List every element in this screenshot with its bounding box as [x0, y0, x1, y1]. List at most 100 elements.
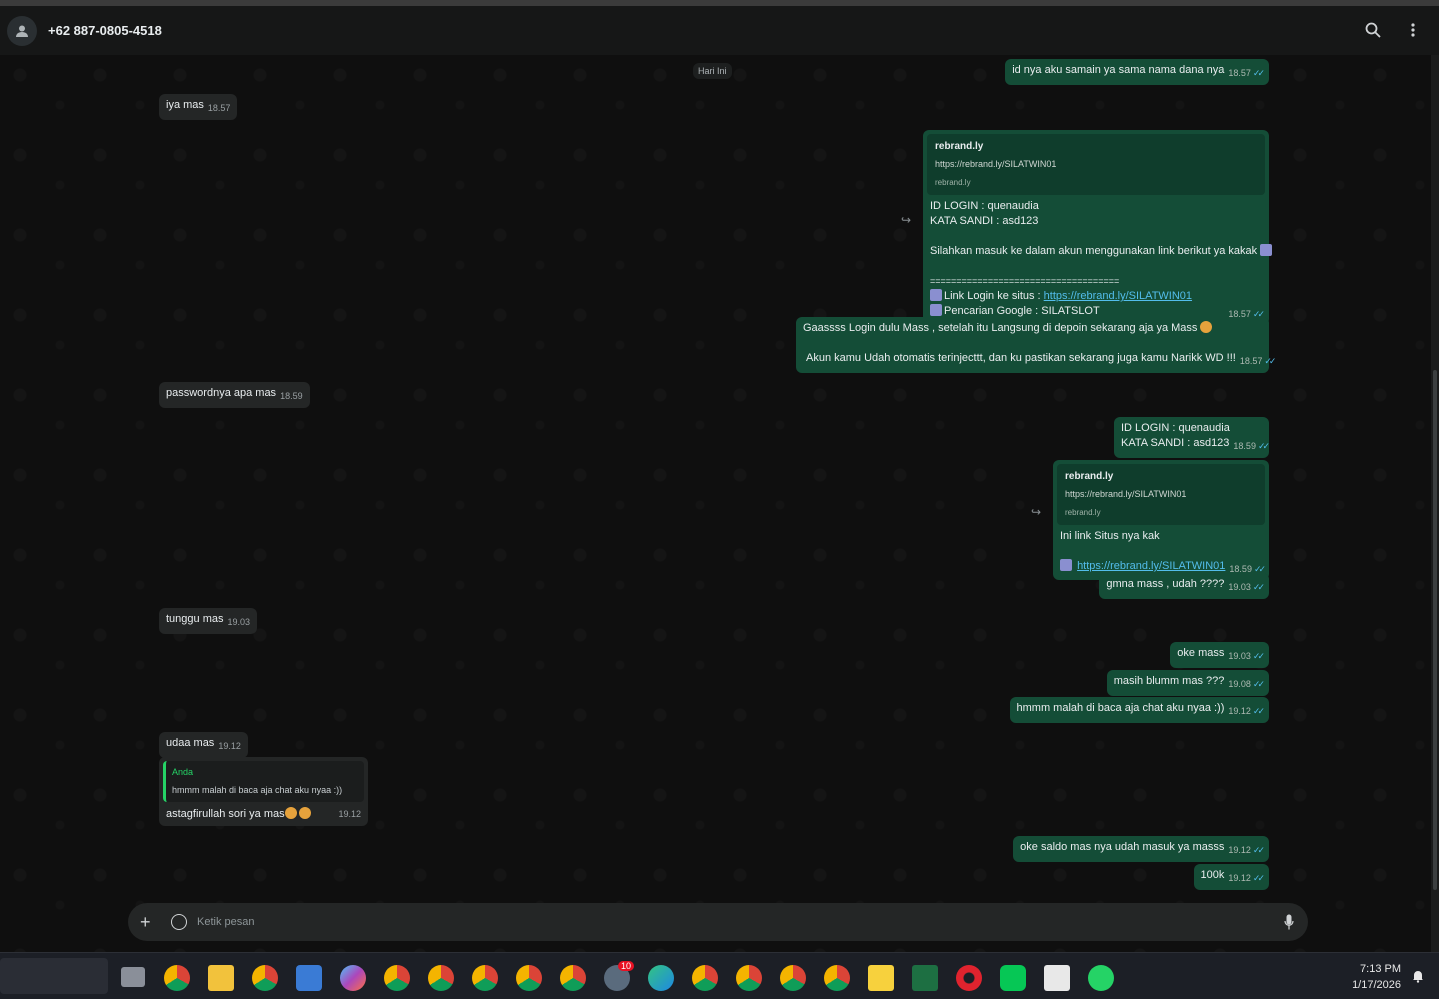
excel-icon[interactable]	[912, 965, 938, 991]
message-outgoing[interactable]: 100k 19.12 ✓✓	[1193, 864, 1269, 890]
chrome-profile-icon[interactable]	[736, 965, 762, 991]
message-incoming[interactable]: udaa mas 19.12	[159, 732, 248, 758]
menu-button[interactable]	[1403, 18, 1423, 42]
message-time: 18.57	[1228, 68, 1251, 78]
chrome-profile-icon[interactable]	[384, 965, 410, 991]
play-emoji-icon	[930, 289, 942, 301]
chrome-profile-icon[interactable]	[472, 965, 498, 991]
message-outgoing[interactable]: rebrand.ly https://rebrand.ly/SILATWIN01…	[923, 130, 1273, 325]
message-outgoing[interactable]: oke mass 19.03 ✓✓	[1170, 642, 1269, 668]
chrome-profile-icon[interactable]	[692, 965, 718, 991]
message-line: ID LOGIN : quenaudia	[1121, 422, 1230, 434]
message-text: id nya aku samain ya sama nama dana nya	[1012, 64, 1225, 76]
message-outgoing[interactable]: Gaassss Login dulu Mass , setelah itu La…	[796, 317, 1276, 373]
more-vert-icon	[1411, 23, 1415, 37]
chrome-icon[interactable]	[164, 965, 190, 991]
message-link[interactable]: https://rebrand.ly/SILATWIN01	[1044, 290, 1192, 302]
forward-icon[interactable]: ↪	[901, 213, 911, 227]
message-text: tunggu mas	[166, 613, 224, 625]
message-line: ====================================	[930, 276, 1120, 286]
message-outgoing[interactable]: id nya aku samain ya sama nama dana nya 1…	[1005, 59, 1269, 85]
double-check-icon: ✓✓	[1252, 582, 1265, 592]
message-time: 18.57	[1239, 356, 1263, 366]
double-check-icon: ✓✓	[1252, 873, 1265, 883]
message-text: oke mass	[1177, 647, 1225, 659]
play-emoji-icon	[930, 304, 942, 316]
clock-time: 7:13 PM	[1360, 963, 1401, 975]
message-incoming[interactable]: iya mas 18.57	[159, 94, 238, 120]
message-text: passwordnya apa mas	[166, 387, 277, 399]
face-emoji-icon	[1200, 321, 1213, 333]
search-button[interactable]	[1363, 18, 1383, 42]
message-time: 19.12	[1228, 706, 1251, 716]
mic-icon[interactable]	[1284, 914, 1294, 930]
message-outgoing[interactable]: ID LOGIN : quenaudia KATA SANDI : asd123…	[1114, 417, 1270, 458]
notification-badge: 10	[618, 961, 635, 971]
store-icon[interactable]	[296, 965, 322, 991]
taskbar-clock[interactable]: 7:13 PM 1/17/2026	[1352, 961, 1401, 993]
person-icon	[16, 25, 28, 37]
chrome-profile-icon[interactable]	[824, 965, 850, 991]
link-preview[interactable]: rebrand.ly https://rebrand.ly/SILATWIN01…	[1057, 464, 1265, 525]
message-time: 19.12	[338, 809, 361, 819]
preview-title: rebrand.ly	[1065, 471, 1114, 482]
message-line: Silahkan masuk ke dalam akun menggunakan…	[930, 245, 1258, 257]
message-outgoing[interactable]: gmna mass , udah ???? 19.03 ✓✓	[1099, 573, 1269, 599]
message-outgoing[interactable]: masih blumm mas ??? 19.08 ✓✓	[1106, 670, 1269, 696]
chrome-profile-icon[interactable]	[516, 965, 542, 991]
task-view-icon[interactable]	[121, 967, 145, 987]
double-check-icon: ✓✓	[1252, 845, 1265, 855]
clock-date: 1/17/2026	[1352, 979, 1401, 991]
message-incoming[interactable]: Anda hmmm malah di baca aja chat aku nya…	[159, 757, 368, 826]
message-time: 19.03	[227, 617, 251, 627]
double-check-icon: ✓✓	[1257, 441, 1270, 451]
scrollbar-thumb[interactable]	[1433, 370, 1437, 890]
chrome-profile-icon[interactable]	[252, 965, 278, 991]
contact-name[interactable]: +62 887-0805-4518	[48, 23, 162, 38]
double-check-icon: ✓✓	[1252, 68, 1265, 78]
quoted-message[interactable]: Anda hmmm malah di baca aja chat aku nya…	[163, 761, 364, 802]
message-time: 19.12	[1228, 873, 1251, 883]
copilot-icon[interactable]	[340, 965, 366, 991]
message-time: 19.03	[1228, 651, 1251, 661]
preview-domain: rebrand.ly	[1065, 508, 1101, 517]
avatar[interactable]	[7, 15, 37, 46]
font-app-icon[interactable]	[1044, 965, 1070, 991]
widgets-button[interactable]	[0, 958, 108, 994]
notification-bell-icon[interactable]	[1411, 969, 1425, 983]
message-text: gmna mass , udah ????	[1106, 578, 1225, 590]
message-incoming[interactable]: tunggu mas 19.03	[159, 608, 258, 634]
chat-pane[interactable]: Hari Ini id nya aku samain ya sama nama …	[0, 55, 1431, 952]
line-icon[interactable]	[1000, 965, 1026, 991]
link-preview[interactable]: rebrand.ly https://rebrand.ly/SILATWIN01…	[927, 134, 1265, 195]
message-line: Akun kamu Udah otomatis terinjecttt, dan…	[806, 352, 1236, 364]
message-line: Ini link Situs nya kak	[1060, 530, 1160, 542]
arrow-emoji-icon	[1060, 559, 1072, 571]
chrome-profile-icon[interactable]	[780, 965, 806, 991]
quote-text: hmmm malah di baca aja chat aku nyaa :))	[172, 785, 343, 795]
message-text: astagfirullah sori ya mas	[166, 808, 285, 820]
message-incoming[interactable]: passwordnya apa mas 18.59	[159, 382, 310, 408]
message-line: ID LOGIN : quenaudia	[930, 200, 1039, 212]
message-link[interactable]: https://rebrand.ly/SILATWIN01	[1077, 560, 1225, 572]
message-outgoing[interactable]: rebrand.ly https://rebrand.ly/SILATWIN01…	[1053, 460, 1269, 580]
file-explorer-icon[interactable]	[208, 965, 234, 991]
message-text: hmmm malah di baca aja chat aku nyaa :))	[1016, 702, 1225, 714]
edge-icon[interactable]	[648, 965, 674, 991]
attach-plus-icon[interactable]: +	[140, 913, 154, 931]
sticky-notes-icon[interactable]	[868, 965, 894, 991]
message-time: 19.03	[1228, 582, 1251, 592]
forward-icon[interactable]: ↪	[1031, 505, 1041, 519]
crying-emoji-icon	[284, 807, 297, 819]
chrome-profile-icon[interactable]	[560, 965, 586, 991]
message-outgoing[interactable]: hmmm malah di baca aja chat aku nyaa :))…	[1009, 697, 1269, 723]
chrome-profile-icon[interactable]	[428, 965, 454, 991]
message-input[interactable]	[197, 916, 1247, 928]
double-check-icon: ✓✓	[1252, 679, 1265, 689]
message-time: 19.12	[218, 741, 241, 751]
sticker-icon[interactable]	[171, 914, 187, 930]
message-text: oke saldo mas nya udah masuk ya masss	[1020, 841, 1225, 853]
message-outgoing[interactable]: oke saldo mas nya udah masuk ya masss 19.…	[1013, 836, 1269, 862]
whatsapp-icon[interactable]	[1088, 965, 1114, 991]
opera-icon[interactable]	[956, 965, 982, 991]
